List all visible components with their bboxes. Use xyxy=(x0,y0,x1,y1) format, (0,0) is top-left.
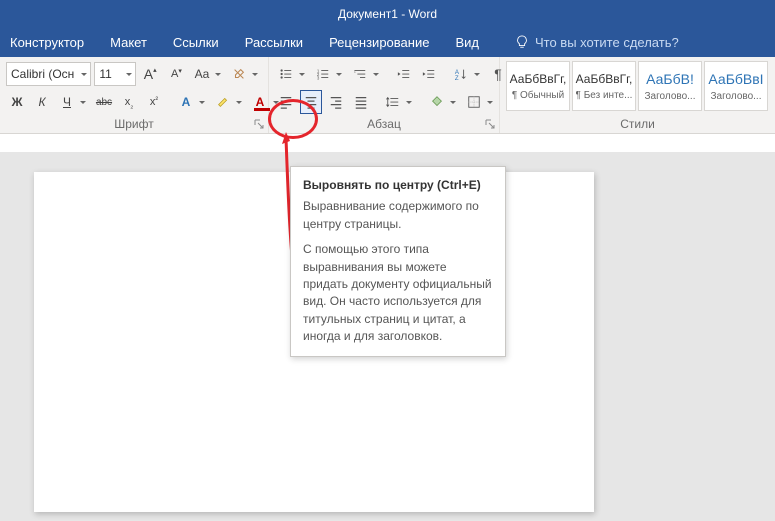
align-left-button[interactable] xyxy=(275,90,297,114)
style-no-spacing[interactable]: АаБбВвГг, ¶ Без инте... xyxy=(572,61,636,111)
strike-button[interactable]: abc xyxy=(93,90,115,114)
superscript-button[interactable]: x² xyxy=(143,90,165,114)
styles-gallery[interactable]: АаБбВвГг, ¶ Обычный АаБбВвГг, ¶ Без инте… xyxy=(506,61,775,111)
group-label-font: Шрифт xyxy=(0,117,268,131)
align-center-button[interactable] xyxy=(300,90,322,114)
line-spacing-button[interactable] xyxy=(382,90,416,114)
shading-button[interactable] xyxy=(426,90,460,114)
tell-me-text: Что вы хотите сделать? xyxy=(535,35,679,50)
style-normal[interactable]: АаБбВвГг, ¶ Обычный xyxy=(506,61,570,111)
multilevel-button[interactable]: 1 xyxy=(349,62,383,86)
numbering-button[interactable]: 123 xyxy=(312,62,346,86)
ribbon-tabs: Конструктор Макет Ссылки Рассылки Реценз… xyxy=(0,27,775,57)
style-heading2[interactable]: АаБбВвІ Заголово... xyxy=(704,61,768,111)
title-bar: Документ1 - Word xyxy=(0,0,775,27)
font-size-combo[interactable]: 11 xyxy=(94,62,135,86)
decrease-indent-button[interactable] xyxy=(393,62,415,86)
sort-button[interactable]: AZ xyxy=(450,62,484,86)
tab-references[interactable]: Ссылки xyxy=(173,33,219,52)
tooltip-title: Выровнять по центру (Ctrl+E) xyxy=(303,177,493,194)
tooltip: Выровнять по центру (Ctrl+E) Выравнивани… xyxy=(290,166,506,357)
justify-button[interactable] xyxy=(350,90,372,114)
tab-review[interactable]: Рецензирование xyxy=(329,33,429,52)
tab-layout[interactable]: Макет xyxy=(110,33,147,52)
tab-designer[interactable]: Конструктор xyxy=(10,33,84,52)
bold-button[interactable]: Ж xyxy=(6,90,28,114)
clear-formatting-button[interactable] xyxy=(228,62,262,86)
tab-view[interactable]: Вид xyxy=(455,33,479,52)
bullets-button[interactable] xyxy=(275,62,309,86)
group-label-styles: Стили xyxy=(500,117,775,131)
group-styles: АаБбВвГг, ¶ Обычный АаБбВвГг, ¶ Без инте… xyxy=(500,57,775,133)
change-case-button[interactable]: Aa xyxy=(191,62,225,86)
window-title: Документ1 - Word xyxy=(338,7,437,21)
bulb-icon xyxy=(515,35,529,49)
grow-font-button[interactable]: A▴ xyxy=(139,62,162,86)
italic-button[interactable]: К xyxy=(31,90,53,114)
align-right-button[interactable] xyxy=(325,90,347,114)
tab-mailings[interactable]: Рассылки xyxy=(245,33,303,52)
highlight-button[interactable] xyxy=(212,90,246,114)
group-label-paragraph: Абзац xyxy=(269,117,499,131)
svg-text:1: 1 xyxy=(354,69,356,73)
tooltip-text2: С помощью этого типа выравнивания вы мож… xyxy=(303,241,493,345)
underline-button[interactable]: Ч xyxy=(56,90,90,114)
group-font: Calibri (Осн 11 A▴ A▾ Aa Ж К Ч abc x₂ x²… xyxy=(0,57,269,133)
style-heading1[interactable]: АаБбВ! Заголово... xyxy=(638,61,702,111)
font-dialog-launcher[interactable] xyxy=(254,119,264,129)
borders-button[interactable] xyxy=(463,90,497,114)
group-paragraph: 123 1 AZ ¶ Абзац xyxy=(269,57,500,133)
text-effects-button[interactable]: A xyxy=(175,90,209,114)
paragraph-dialog-launcher[interactable] xyxy=(485,119,495,129)
font-name-combo[interactable]: Calibri (Осн xyxy=(6,62,91,86)
shrink-font-button[interactable]: A▾ xyxy=(165,62,188,86)
subscript-button[interactable]: x₂ xyxy=(118,90,140,114)
svg-text:Z: Z xyxy=(455,75,459,81)
svg-text:3: 3 xyxy=(317,75,320,80)
increase-indent-button[interactable] xyxy=(418,62,440,86)
tooltip-text1: Выравнивание содержимого по центру стран… xyxy=(303,198,493,233)
ribbon: Calibri (Осн 11 A▴ A▾ Aa Ж К Ч abc x₂ x²… xyxy=(0,57,775,134)
tell-me[interactable]: Что вы хотите сделать? xyxy=(515,35,679,50)
